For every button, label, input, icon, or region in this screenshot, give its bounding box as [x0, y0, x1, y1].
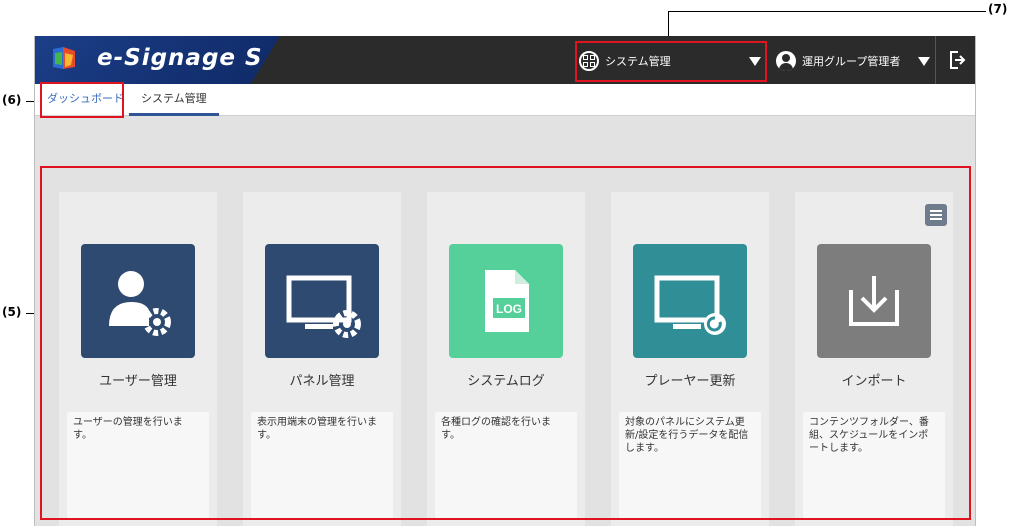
callout-5-label: (5): [2, 305, 22, 319]
tab-system-management[interactable]: システム管理: [129, 84, 219, 116]
logout-icon: [949, 51, 965, 69]
brand-banner[interactable]: e-Signage S: [35, 36, 280, 84]
annotation-box-5: [40, 166, 971, 520]
annotation-box-7: [575, 41, 767, 82]
user-avatar-icon: [776, 51, 796, 71]
app-title: e-Signage S: [97, 45, 263, 71]
logout-button[interactable]: [935, 36, 975, 84]
tab-bar: ダッシュボード システム管理: [35, 84, 975, 116]
top-bar: e-Signage S システム管理 運用グループ管理者: [35, 36, 975, 84]
callout-6-label: (6): [2, 93, 22, 107]
callout-7-label: (7): [988, 2, 1008, 16]
callout-7-line-h: [668, 11, 986, 12]
chevron-down-icon: [918, 57, 930, 66]
user-menu[interactable]: 運用グループ管理者: [776, 46, 930, 76]
user-role-label: 運用グループ管理者: [802, 55, 901, 68]
e-signage-logo-icon: [53, 47, 75, 69]
annotation-box-6: [40, 82, 124, 118]
